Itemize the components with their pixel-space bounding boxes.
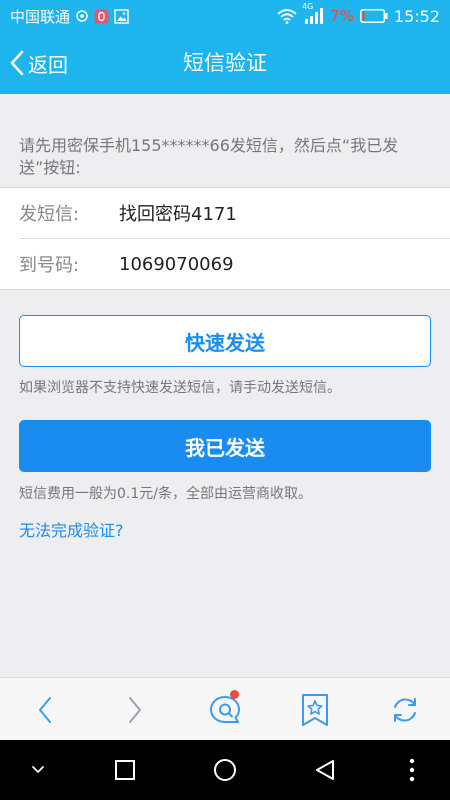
app-notification-icon <box>94 9 109 24</box>
battery-percent: 7% <box>330 7 354 25</box>
sms-number-label: 到号码: <box>19 255 80 276</box>
sms-content-value: 找回密码4171 <box>119 204 237 225</box>
location-icon <box>75 9 89 23</box>
android-nav-bar <box>0 740 450 800</box>
sms-content-label: 发短信: <box>19 204 80 225</box>
chevron-left-icon <box>10 50 24 76</box>
sms-number-row: 到号码: 1069070069 <box>0 239 450 289</box>
network-type-label: 4G <box>302 2 314 11</box>
already-sent-button[interactable]: 我已发送 <box>19 420 431 472</box>
sms-number-value: 1069070069 <box>119 253 234 275</box>
carrier-name: 中国联通 <box>10 7 71 26</box>
refresh-icon <box>389 694 421 726</box>
title-bar: 返回 短信验证 <box>0 32 450 94</box>
forward-arrow-icon <box>127 696 143 724</box>
sms-content-row: 发短信: 找回密码4171 <box>0 188 450 238</box>
sms-info-card: 发短信: 找回密码4171 到号码: 1069070069 <box>0 187 450 290</box>
more-options-button[interactable] <box>382 740 442 800</box>
browser-forward-button[interactable] <box>105 678 165 741</box>
cannot-verify-link[interactable]: 无法完成验证? <box>19 517 124 541</box>
browser-refresh-button[interactable] <box>375 678 435 741</box>
cell-signal-icon: 4G <box>302 2 324 24</box>
status-left: 中国联通 <box>10 6 276 27</box>
triangle-back-icon <box>313 758 337 782</box>
browser-back-button[interactable] <box>15 678 75 741</box>
circle-icon <box>213 758 237 782</box>
browser-messages-button[interactable] <box>195 678 255 741</box>
manual-send-hint: 如果浏览器不支持快速发送短信，请手动发送短信。 <box>19 380 341 396</box>
home-button[interactable] <box>195 740 255 800</box>
status-right: 4G 7% 15:52 <box>276 2 440 26</box>
image-notification-icon <box>114 8 129 24</box>
browser-bookmark-button[interactable] <box>285 678 345 741</box>
wifi-icon <box>276 8 298 24</box>
back-arrow-icon <box>37 696 53 724</box>
battery-icon <box>359 9 388 23</box>
back-button[interactable]: 返回 <box>10 32 68 94</box>
hide-nav-button[interactable] <box>8 740 68 800</box>
instruction-text: 请先用密保手机155******66发短信，然后点“我已发送”按钮: <box>19 136 399 177</box>
fee-note: 短信费用一般为0.1元/条，全部由运营商收取。 <box>19 486 312 502</box>
quick-send-button[interactable]: 快速发送 <box>19 315 431 367</box>
back-label: 返回 <box>28 52 68 77</box>
notification-dot <box>230 690 239 699</box>
chevron-down-icon <box>31 765 45 775</box>
recent-apps-button[interactable] <box>95 740 155 800</box>
status-bar: 中国联通 4G 7% 15:52 <box>0 0 450 32</box>
square-icon <box>114 759 136 781</box>
main-content: 请先用密保手机155******66发短信，然后点“我已发送”按钮: 发短信: … <box>0 94 450 677</box>
vertical-dots-icon <box>409 758 415 782</box>
system-back-button[interactable] <box>295 740 355 800</box>
bookmark-star-icon <box>301 693 329 727</box>
browser-toolbar <box>0 677 450 740</box>
status-time: 15:52 <box>393 6 440 26</box>
